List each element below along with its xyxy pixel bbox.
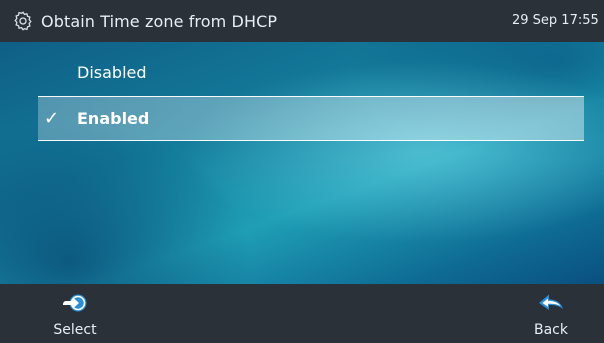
select-arrow-icon <box>63 294 87 312</box>
select-softkey[interactable]: Select <box>42 284 108 343</box>
back-softkey[interactable]: Back <box>518 284 584 343</box>
select-label: Select <box>53 322 97 338</box>
phone-screen: Obtain Time zone from DHCP 29 Sep 17:55 … <box>0 0 604 343</box>
checkmark-icon: ✓ <box>44 108 60 129</box>
title-bar: Obtain Time zone from DHCP 29 Sep 17:55 <box>0 0 604 42</box>
gear-icon <box>14 11 32 31</box>
back-arrow-icon <box>539 294 563 310</box>
page-title: Obtain Time zone from DHCP <box>41 11 278 31</box>
option-label: Enabled <box>77 109 150 128</box>
options-list: Disabled ✓ Enabled <box>0 42 604 284</box>
option-label: Disabled <box>77 63 147 82</box>
option-disabled[interactable]: Disabled <box>38 50 584 95</box>
date-time: 29 Sep 17:55 <box>512 13 599 28</box>
softkey-bar: Select Back <box>0 284 604 343</box>
option-enabled[interactable]: ✓ Enabled <box>38 96 584 141</box>
back-label: Back <box>534 322 568 338</box>
